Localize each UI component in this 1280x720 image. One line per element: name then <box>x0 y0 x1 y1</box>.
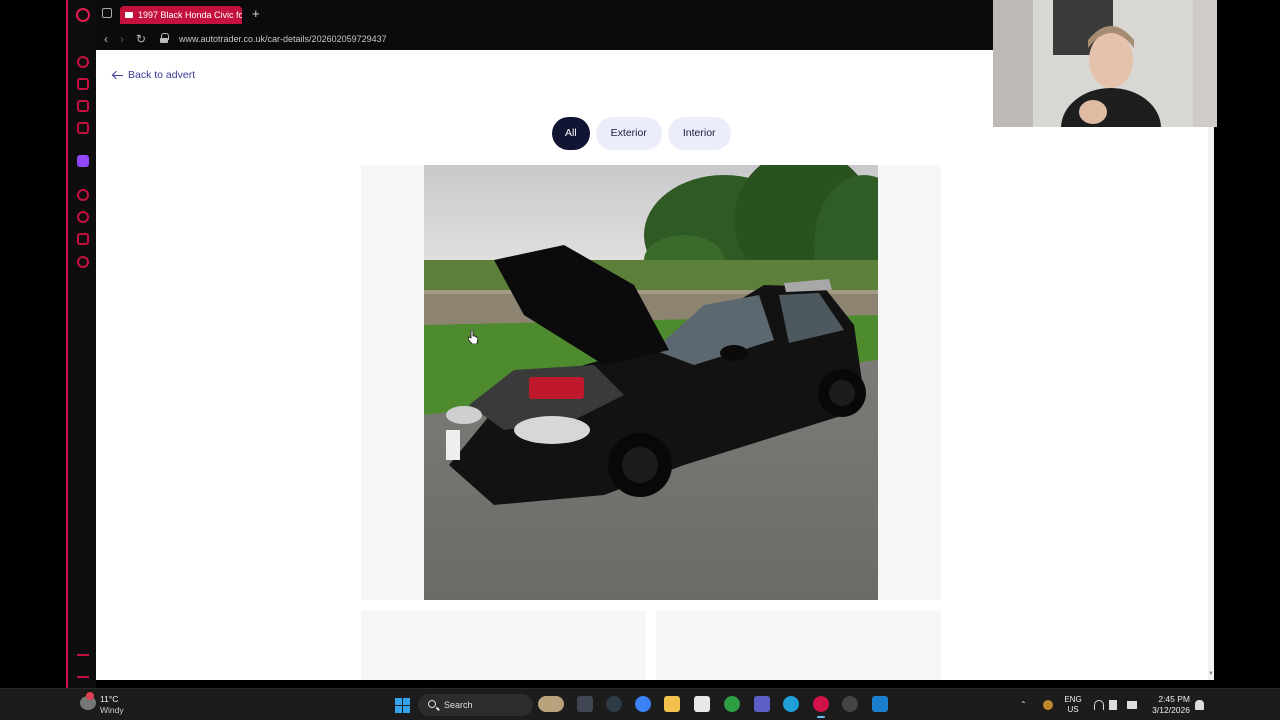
weather-temperature[interactable]: 11°C <box>100 694 118 704</box>
taskbar-search-box[interactable]: Search <box>418 694 533 716</box>
notification-bell-icon[interactable] <box>1195 700 1204 710</box>
history-icon[interactable] <box>77 211 89 223</box>
tab-strip: 1997 Black Honda Civic for + <box>96 0 994 28</box>
search-icon <box>428 700 436 708</box>
hand-cursor-icon <box>468 330 478 344</box>
back-arrow-icon[interactable]: ‹ <box>104 31 108 47</box>
weather-condition[interactable]: Windy <box>100 705 124 715</box>
xbox-icon[interactable] <box>724 696 740 712</box>
microphone-icon[interactable] <box>1043 700 1053 710</box>
gmail-icon[interactable] <box>77 122 89 134</box>
player-icon[interactable] <box>77 189 89 201</box>
forward-arrow-icon[interactable]: › <box>120 31 124 47</box>
tab-active[interactable]: 1997 Black Honda Civic for <box>120 6 242 24</box>
sidebar-more-icon[interactable] <box>77 676 89 678</box>
thumbnail-2[interactable] <box>656 611 941 680</box>
teams-icon[interactable] <box>754 696 770 712</box>
obs-icon[interactable] <box>606 696 622 712</box>
clock-date[interactable]: 3/12/2026 <box>1148 705 1190 715</box>
tab-title: 1997 Black Honda Civic for <box>138 10 242 20</box>
gallery-page: Back to advert All Exterior Interior <box>96 50 1214 680</box>
tab-manager-icon[interactable] <box>102 8 112 18</box>
streamer-webcam-image <box>993 0 1217 127</box>
back-to-advert-link[interactable]: Back to advert <box>112 68 195 82</box>
steam-icon[interactable] <box>872 696 888 712</box>
settings-app-icon[interactable] <box>842 696 858 712</box>
battery-icon[interactable] <box>1127 701 1137 709</box>
weather-icon[interactable] <box>80 692 96 710</box>
page-scrollbar[interactable] <box>1208 127 1214 680</box>
pinboard-icon[interactable] <box>77 233 89 245</box>
widgets-icon[interactable] <box>538 696 564 712</box>
taskbar: 11°C Windy Search ⌃ ENG US 2:45 PM 3/12/… <box>0 688 1280 720</box>
store-icon[interactable] <box>694 696 710 712</box>
messenger-icon[interactable] <box>77 100 89 112</box>
browser-sidebar <box>66 0 96 688</box>
scroll-down-icon[interactable]: ▼ <box>1208 670 1214 678</box>
language-top[interactable]: ENG <box>1062 695 1084 705</box>
taskbar-search-label: Search <box>444 700 473 710</box>
url-field[interactable]: www.autotrader.co.uk/car-details/2026020… <box>179 32 387 46</box>
language-bottom[interactable]: US <box>1062 705 1084 715</box>
copilot-icon[interactable] <box>635 696 651 712</box>
car-photo-illustration <box>424 165 878 600</box>
task-view-icon[interactable] <box>577 696 593 712</box>
opera-gx-icon[interactable] <box>813 696 829 718</box>
volume-icon[interactable] <box>1109 700 1117 710</box>
lock-icon <box>160 33 169 43</box>
twitch-icon[interactable] <box>77 155 89 167</box>
photo-filter-tabs: All Exterior Interior <box>552 117 731 150</box>
wifi-icon[interactable] <box>1094 700 1104 710</box>
screen: 1997 Black Honda Civic for + ‹ › ↻ www.a… <box>0 0 1280 720</box>
file-explorer-icon[interactable] <box>664 696 680 712</box>
windows-start-icon[interactable] <box>395 698 410 713</box>
filter-all-button[interactable]: All <box>552 117 590 150</box>
reload-icon[interactable]: ↻ <box>136 31 146 47</box>
settings-icon[interactable] <box>77 256 89 268</box>
tray-overflow-icon[interactable]: ⌃ <box>1020 700 1027 710</box>
filter-interior-button[interactable]: Interior <box>667 117 731 150</box>
sidebar-setup-icon[interactable] <box>77 654 89 656</box>
arrow-left-icon <box>112 70 123 81</box>
edge-icon[interactable] <box>783 696 799 712</box>
main-car-photo[interactable] <box>424 165 878 600</box>
thumbnail-1[interactable] <box>361 611 646 680</box>
filter-exterior-button[interactable]: Exterior <box>595 117 662 150</box>
address-bar: ‹ › ↻ www.autotrader.co.uk/car-details/2… <box>96 28 994 50</box>
new-tab-button[interactable]: + <box>252 7 260 21</box>
clock-time[interactable]: 2:45 PM <box>1148 694 1190 704</box>
webcam-overlay <box>993 0 1217 127</box>
opera-logo-icon[interactable] <box>76 8 90 22</box>
autotrader-favicon-icon <box>125 12 133 18</box>
back-to-advert-label: Back to advert <box>128 69 196 81</box>
aria-icon[interactable] <box>77 56 89 68</box>
wallet-icon[interactable] <box>77 78 89 90</box>
